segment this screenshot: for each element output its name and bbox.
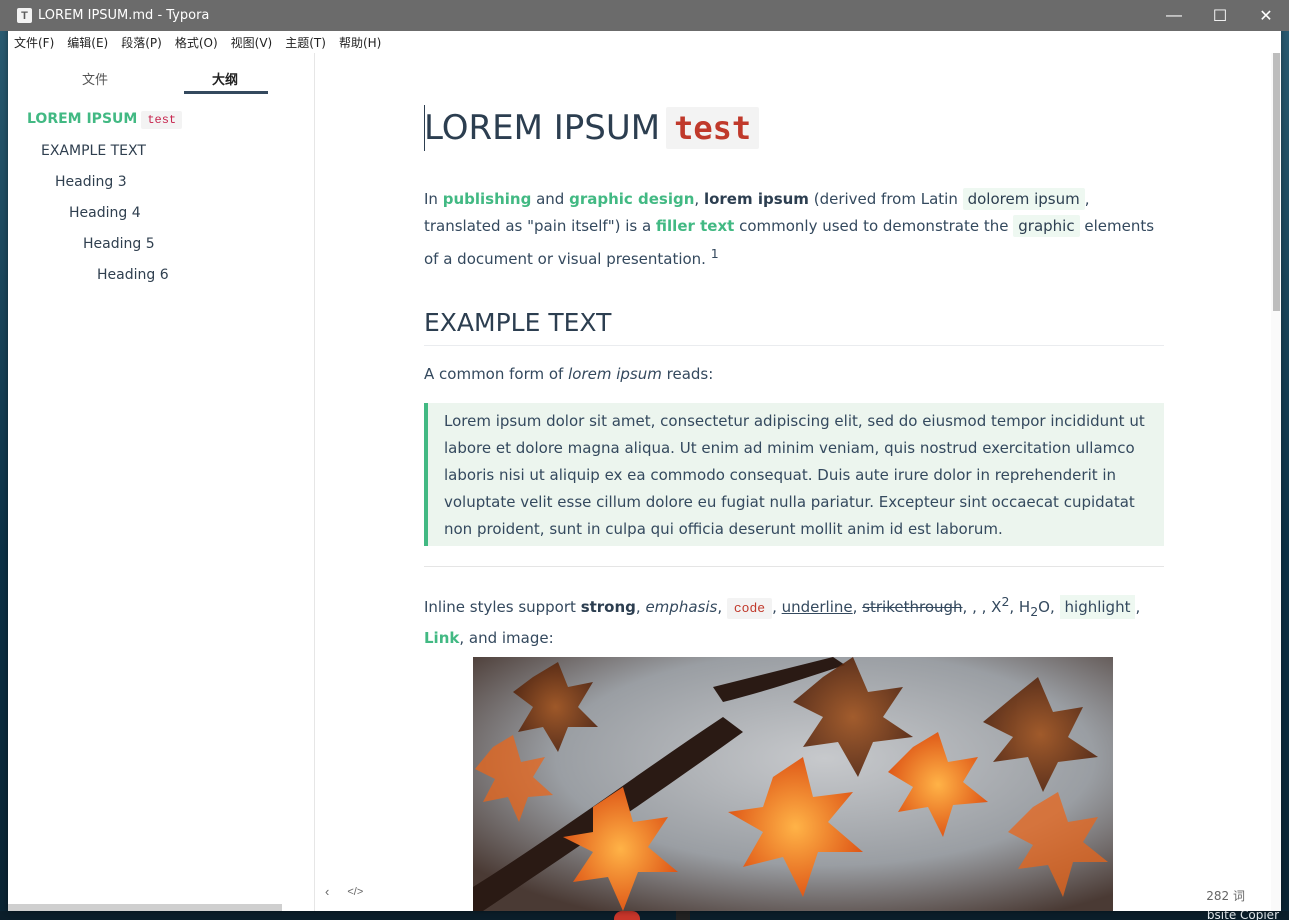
highlight-text: highlight xyxy=(1059,595,1136,619)
outline-item-h3[interactable]: Heading 3 xyxy=(55,174,127,190)
maple-leaves-image[interactable] xyxy=(473,657,1113,911)
window-controls: — ☐ ✕ xyxy=(1151,0,1289,31)
intro-text: commonly used to demonstrate the xyxy=(734,217,1014,235)
emphasis-text: emphasis xyxy=(645,598,718,616)
link-publishing[interactable]: publishing xyxy=(443,190,532,208)
image-illustration xyxy=(473,657,1113,911)
close-button[interactable]: ✕ xyxy=(1243,0,1289,31)
inline-styles-paragraph[interactable]: Inline styles support strong, emphasis , … xyxy=(424,588,1164,652)
separator: , H xyxy=(1009,598,1031,616)
separator: , xyxy=(717,598,727,616)
strikethrough-text: strikethrough xyxy=(862,598,963,616)
separator: , and image: xyxy=(459,629,554,647)
subscript: 2 xyxy=(1030,604,1039,619)
inline-code: graphic xyxy=(1013,215,1080,237)
separator: , , , X xyxy=(962,598,1002,616)
sidebar-tabs: 文件 大纲 xyxy=(8,53,314,97)
heading-1-code: test xyxy=(666,107,760,149)
horizontal-rule xyxy=(424,566,1164,567)
intro-text: In xyxy=(424,190,443,208)
menu-bar: 文件(F) 编辑(E) 段落(P) 格式(O) 视图(V) 主题(T) 帮助(H… xyxy=(8,31,1281,53)
menu-theme[interactable]: 主题(T) xyxy=(285,34,326,51)
strong-text: strong xyxy=(580,598,636,616)
intro-paragraph[interactable]: In publishing and graphic design, lorem … xyxy=(424,186,1164,273)
blockquote[interactable]: Lorem ipsum dolor sit amet, consectetur … xyxy=(424,403,1164,546)
typora-app-icon: T xyxy=(17,8,32,23)
heading-1[interactable]: LOREM IPSUM test xyxy=(424,107,760,149)
inline-code: dolorem ipsum xyxy=(962,188,1085,210)
sidebar: 文件 大纲 LOREM IPSUM test EXAMPLE TEXT Headi… xyxy=(8,53,315,911)
outline-item-label: LOREM IPSUM xyxy=(27,111,138,127)
separator: , xyxy=(852,598,863,616)
link-graphic-design[interactable]: graphic design xyxy=(569,190,694,208)
window-title: LOREM IPSUM.md - Typora xyxy=(38,8,210,23)
footnote-ref[interactable]: 1 xyxy=(711,246,719,261)
separator: , xyxy=(772,598,782,616)
menu-paragraph[interactable]: 段落(P) xyxy=(121,34,162,51)
inline-code: code xyxy=(726,598,773,619)
sidebar-footer: ‹ </> xyxy=(325,884,363,899)
taskbar-app-icon-2[interactable] xyxy=(676,911,690,920)
taskbar-app-icon[interactable] xyxy=(614,911,640,920)
heading-2[interactable]: EXAMPLE TEXT xyxy=(424,308,1164,346)
outline-item-h5[interactable]: Heading 5 xyxy=(83,236,155,252)
intro-text: (derived from Latin xyxy=(808,190,963,208)
menu-file[interactable]: 文件(F) xyxy=(14,34,54,51)
scrollbar-thumb[interactable] xyxy=(1273,53,1280,311)
editor-content[interactable]: LOREM IPSUM test In publishing and graphi… xyxy=(424,53,1164,911)
chevron-left-icon[interactable]: ‹ xyxy=(325,884,329,899)
outline-item-h4[interactable]: Heading 4 xyxy=(69,205,141,221)
separator: , xyxy=(1135,598,1141,616)
maximize-button[interactable]: ☐ xyxy=(1197,0,1243,31)
emphasis-text: lorem ipsum xyxy=(568,365,662,383)
sidebar-horizontal-scrollbar[interactable] xyxy=(8,904,282,911)
paragraph-text: Inline styles support xyxy=(424,598,581,616)
intro-text: , xyxy=(694,190,704,208)
taskbar xyxy=(0,911,1289,920)
menu-edit[interactable]: 编辑(E) xyxy=(67,34,108,51)
minimize-button[interactable]: — xyxy=(1151,0,1197,31)
common-form-paragraph[interactable]: A common form of lorem ipsum reads: xyxy=(424,361,1164,388)
outline-item-code: test xyxy=(141,111,183,129)
bold-text: lorem ipsum xyxy=(703,190,809,208)
outline-item-h1[interactable]: LOREM IPSUM test xyxy=(27,111,183,129)
intro-text: and xyxy=(531,190,570,208)
tab-files[interactable]: 文件 xyxy=(82,69,108,88)
typora-window: T LOREM IPSUM.md - Typora — ☐ ✕ 文件(F) 编辑… xyxy=(0,0,1289,911)
paragraph-text: reads: xyxy=(661,365,714,383)
underline-text: underline xyxy=(781,598,853,616)
menu-view[interactable]: 视图(V) xyxy=(231,34,273,51)
word-count[interactable]: 282 词 xyxy=(1206,887,1245,904)
source-code-icon[interactable]: </> xyxy=(347,884,363,899)
active-tab-indicator xyxy=(184,91,268,94)
tab-outline[interactable]: 大纲 xyxy=(212,69,238,88)
outline-item-h6[interactable]: Heading 6 xyxy=(97,267,169,283)
outline-item-h2[interactable]: EXAMPLE TEXT xyxy=(41,143,146,159)
link-filler-text[interactable]: filler text xyxy=(656,217,734,235)
paragraph-text: A common form of xyxy=(424,365,569,383)
inline-link[interactable]: Link xyxy=(424,629,459,647)
title-bar[interactable]: T LOREM IPSUM.md - Typora — ☐ ✕ xyxy=(0,0,1289,31)
menu-format[interactable]: 格式(O) xyxy=(175,34,218,51)
separator: O, xyxy=(1038,598,1060,616)
menu-help[interactable]: 帮助(H) xyxy=(339,34,381,51)
heading-1-text: LOREM IPSUM xyxy=(424,108,661,148)
editor-vertical-scrollbar[interactable] xyxy=(1271,53,1281,911)
